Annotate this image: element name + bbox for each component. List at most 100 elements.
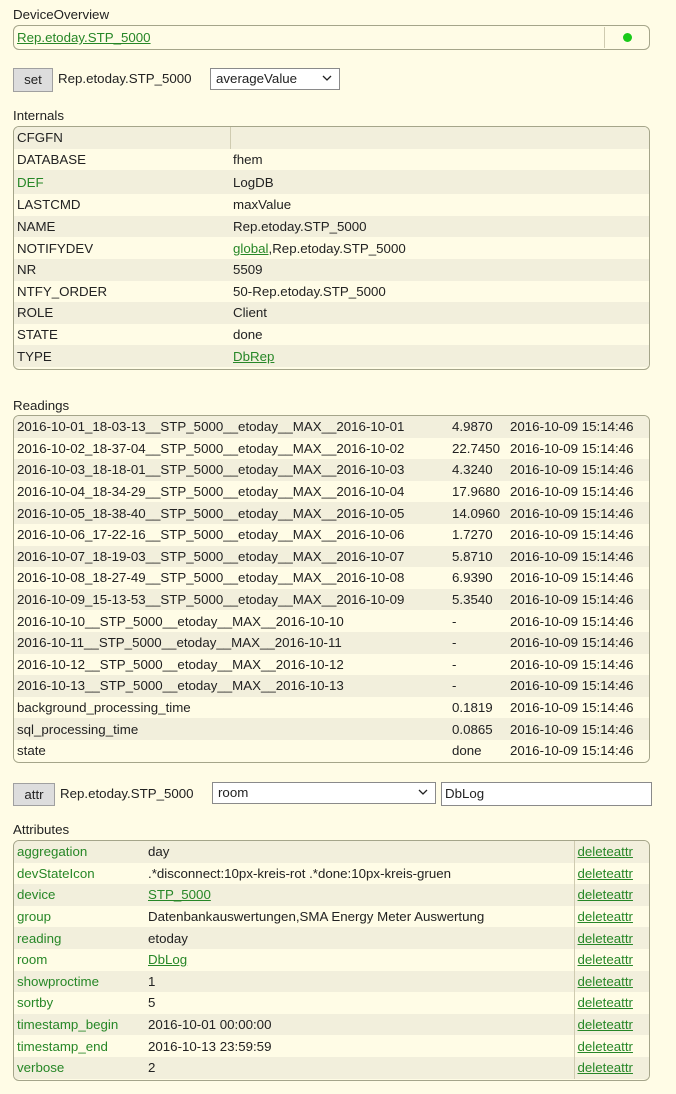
internals-row: DATABASE fhem — [14, 148, 649, 171]
internal-value: DbRep — [230, 345, 649, 367]
reading-value: - — [449, 631, 507, 654]
attribute-value: 2016-10-01 00:00:00 — [145, 1013, 574, 1036]
attribute-row: device STP_5000 deleteattr — [14, 884, 649, 906]
internal-key: TYPE — [14, 345, 230, 367]
attribute-name[interactable]: sortby — [14, 992, 145, 1014]
reading-timestamp: 2016-10-09 15:14:46 — [507, 588, 649, 611]
attribute-delete-cell: deleteattr — [573, 1035, 649, 1057]
reading-name: state — [14, 739, 449, 762]
attribute-name[interactable]: verbose — [14, 1056, 145, 1079]
attribute-value-link[interactable]: DbLog — [148, 952, 187, 967]
delete-attr-link[interactable]: deleteattr — [578, 995, 633, 1010]
attr-button[interactable]: attr — [13, 783, 55, 806]
attribute-name[interactable]: showproctime — [14, 970, 145, 993]
reading-value: 0.1819 — [449, 696, 507, 719]
delete-attr-link[interactable]: deleteattr — [578, 952, 633, 967]
reading-name: 2016-10-08_18-27-49__STP_5000__etoday__M… — [14, 567, 449, 589]
reading-value: 4.3240 — [449, 459, 507, 481]
delete-attr-link[interactable]: deleteattr — [578, 974, 633, 989]
attribute-name[interactable]: group — [14, 905, 145, 928]
reading-row: 2016-10-05_18-38-40__STP_5000__etoday__M… — [14, 502, 649, 524]
reading-name: 2016-10-13__STP_5000__etoday__MAX__2016-… — [14, 675, 449, 697]
attribute-delete-cell: deleteattr — [573, 884, 649, 906]
reading-timestamp: 2016-10-09 15:14:46 — [507, 675, 649, 697]
internal-value-link[interactable]: global — [233, 241, 269, 256]
set-command-selected: averageValue — [216, 71, 298, 86]
set-command-select[interactable]: averageValue — [210, 68, 340, 90]
device-overview-link[interactable]: Rep.etoday.STP_5000 — [17, 30, 151, 45]
set-button[interactable]: set — [13, 68, 53, 92]
internal-value-link[interactable]: DbRep — [233, 349, 274, 364]
delete-attr-link[interactable]: deleteattr — [578, 1060, 633, 1075]
attr-value-input[interactable]: DbLog — [441, 782, 652, 806]
reading-name: sql_processing_time — [14, 718, 449, 740]
attribute-delete-cell: deleteattr — [573, 992, 649, 1014]
internal-key: NAME — [14, 215, 230, 238]
attr-device-name: Rep.etoday.STP_5000 — [60, 786, 194, 801]
internals-row: NOTIFYDEV global,Rep.etoday.STP_5000 — [14, 237, 649, 259]
reading-row: 2016-10-03_18-18-01__STP_5000__etoday__M… — [14, 459, 649, 481]
reading-timestamp: 2016-10-09 15:14:46 — [507, 416, 649, 438]
attribute-delete-cell: deleteattr — [573, 862, 649, 885]
reading-value: - — [449, 610, 507, 632]
reading-row: 2016-10-12__STP_5000__etoday__MAX__2016-… — [14, 653, 649, 676]
set-device-name: Rep.etoday.STP_5000 — [58, 71, 192, 86]
attribute-row: reading etoday deleteattr — [14, 927, 649, 949]
reading-timestamp: 2016-10-09 15:14:46 — [507, 653, 649, 676]
reading-name: 2016-10-11__STP_5000__etoday__MAX__2016-… — [14, 631, 449, 654]
reading-row: 2016-10-04_18-34-29__STP_5000__etoday__M… — [14, 480, 649, 503]
delete-attr-link[interactable]: deleteattr — [578, 887, 633, 902]
reading-timestamp: 2016-10-09 15:14:46 — [507, 696, 649, 719]
attribute-row: verbose 2 deleteattr — [14, 1056, 649, 1079]
attr-name-select[interactable]: room — [212, 782, 436, 804]
internal-key: NTFY_ORDER — [14, 280, 230, 303]
attribute-name[interactable]: room — [14, 948, 145, 971]
attribute-name[interactable]: timestamp_end — [14, 1035, 145, 1057]
delete-attr-link[interactable]: deleteattr — [578, 1039, 633, 1054]
reading-row: 2016-10-13__STP_5000__etoday__MAX__2016-… — [14, 675, 649, 697]
reading-value: 17.9680 — [449, 480, 507, 503]
attribute-name[interactable]: device — [14, 884, 145, 906]
reading-name: 2016-10-03_18-18-01__STP_5000__etoday__M… — [14, 459, 449, 481]
attribute-name[interactable]: devStateIcon — [14, 862, 145, 885]
reading-timestamp: 2016-10-09 15:14:46 — [507, 545, 649, 568]
reading-value: - — [449, 675, 507, 697]
reading-value: 0.0865 — [449, 718, 507, 740]
attributes-table: aggregation day deleteattr devStateIcon .*di… — [14, 841, 649, 1079]
attribute-value: etoday — [145, 927, 574, 949]
reading-name: 2016-10-05_18-38-40__STP_5000__etoday__M… — [14, 502, 449, 524]
attribute-row: timestamp_end 2016-10-13 23:59:59 deleteat… — [14, 1035, 649, 1057]
attribute-name[interactable]: timestamp_begin — [14, 1013, 145, 1036]
reading-row: 2016-10-01_18-03-13__STP_5000__etoday__M… — [14, 416, 649, 438]
internals-row: NTFY_ORDER 50-Rep.etoday.STP_5000 — [14, 280, 649, 303]
internal-value: Rep.etoday.STP_5000 — [230, 215, 649, 238]
delete-attr-link[interactable]: deleteattr — [578, 909, 633, 924]
reading-name: 2016-10-02_18-37-04__STP_5000__etoday__M… — [14, 437, 449, 460]
readings-box: 2016-10-01_18-03-13__STP_5000__etoday__M… — [13, 415, 650, 763]
attribute-value: 2 — [145, 1056, 574, 1079]
reading-row: 2016-10-08_18-27-49__STP_5000__etoday__M… — [14, 567, 649, 589]
delete-attr-link[interactable]: deleteattr — [578, 866, 633, 881]
attribute-row: sortby 5 deleteattr — [14, 992, 649, 1014]
attribute-name[interactable]: aggregation — [14, 841, 145, 863]
attribute-row: timestamp_begin 2016-10-01 00:00:00 delete… — [14, 1013, 649, 1036]
internal-key[interactable]: DEF — [14, 170, 230, 195]
internal-key: DATABASE — [14, 148, 230, 171]
reading-name: 2016-10-06_17-22-16__STP_5000__etoday__M… — [14, 523, 449, 546]
reading-timestamp: 2016-10-09 15:14:46 — [507, 480, 649, 503]
attribute-row: devStateIcon .*disconnect:10px-kreis-rot … — [14, 862, 649, 885]
internal-value — [229, 127, 649, 149]
delete-attr-link[interactable]: deleteattr — [578, 844, 633, 859]
delete-attr-link[interactable]: deleteattr — [578, 931, 633, 946]
reading-row: 2016-10-10__STP_5000__etoday__MAX__2016-… — [14, 610, 649, 632]
attribute-delete-cell: deleteattr — [573, 1056, 649, 1079]
internal-value: 5509 — [230, 258, 649, 281]
chevron-down-icon — [322, 75, 332, 81]
internal-key: STATE — [14, 323, 230, 346]
reading-row: 2016-10-07_18-19-03__STP_5000__etoday__M… — [14, 545, 649, 568]
attribute-name[interactable]: reading — [14, 927, 145, 949]
attribute-value-link[interactable]: STP_5000 — [148, 887, 211, 902]
attribute-delete-cell: deleteattr — [573, 1013, 649, 1036]
reading-timestamp: 2016-10-09 15:14:46 — [507, 718, 649, 740]
delete-attr-link[interactable]: deleteattr — [578, 1017, 633, 1032]
